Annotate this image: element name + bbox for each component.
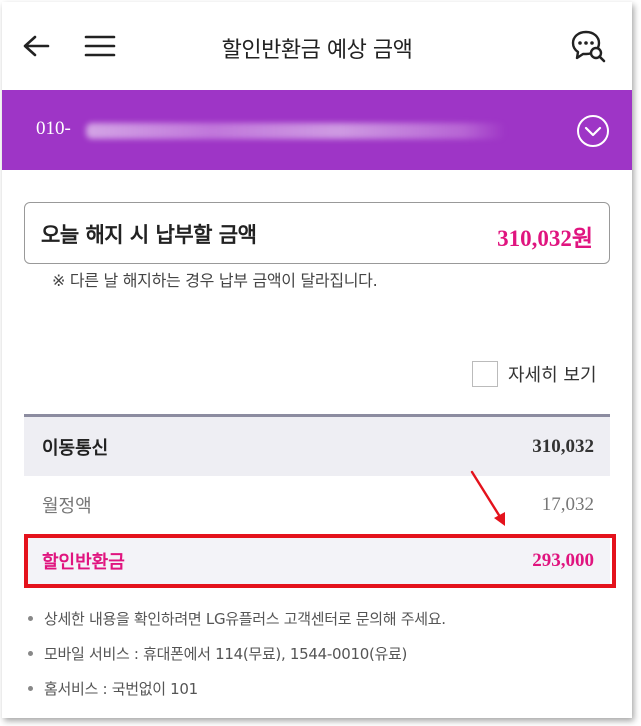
row-label: 할인반환금 <box>42 552 125 573</box>
detail-checkbox[interactable] <box>472 361 498 387</box>
app-frame: 할인반환금 예상 금액 010- 오늘 해지 시 납부할 금액 310,032원… <box>2 2 632 718</box>
row-value: 310,032 <box>532 435 594 457</box>
row-value: 17,032 <box>541 494 594 515</box>
table-row: 월정액 17,032 <box>24 476 610 534</box>
row-value: 293,000 <box>532 550 594 571</box>
row-label: 월정액 <box>42 496 92 517</box>
list-item: 상세한 내용을 확인하려면 LG유플러스 고객센터로 문의해 주세요. <box>28 608 446 643</box>
line-selector-bar[interactable]: 010- <box>2 90 632 170</box>
payment-summary-box: 오늘 해지 시 납부할 금액 310,032원 <box>24 202 610 264</box>
row-label: 이동통신 <box>42 437 109 459</box>
list-item: 모바일 서비스 : 휴대폰에서 114(무료), 1544-0010(유료) <box>28 643 446 678</box>
chevron-down-circle-icon[interactable] <box>576 114 610 148</box>
chat-search-icon <box>571 30 606 63</box>
table-row: 할인반환금 293,000 <box>24 534 610 588</box>
masked-phone-digits <box>86 123 506 139</box>
summary-amount: 310,032원 <box>497 226 593 251</box>
page-title: 할인반환금 예상 금액 <box>221 38 413 63</box>
info-notes: 상세한 내용을 확인하려면 LG유플러스 고객센터로 문의해 주세요. 모바일 … <box>28 608 446 713</box>
table-row: 이동통신 310,032 <box>24 414 610 476</box>
phone-number: 010- <box>36 118 71 139</box>
summary-label: 오늘 해지 시 납부할 금액 <box>41 223 257 247</box>
breakdown-table: 이동통신 310,032 월정액 17,032 할인반환금 293,000 <box>24 414 610 588</box>
summary-note: ※ 다른 날 해지하는 경우 납부 금액이 달라집니다. <box>52 271 378 290</box>
detail-label: 자세히 보기 <box>508 365 597 386</box>
top-header: 할인반환금 예상 금액 <box>2 2 632 90</box>
list-item: 홈서비스 : 국번없이 101 <box>28 678 446 713</box>
chat-search-button[interactable] <box>568 26 608 66</box>
detail-view-toggle[interactable]: 자세히 보기 <box>472 360 597 388</box>
